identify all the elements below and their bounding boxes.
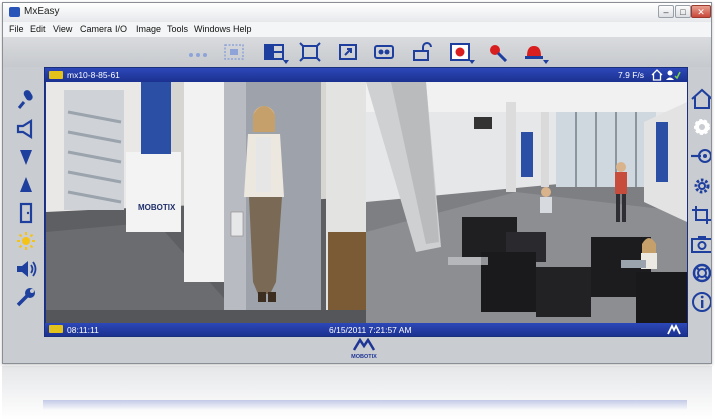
- menu-tools[interactable]: Tools: [167, 24, 188, 34]
- settings-button[interactable]: [689, 175, 711, 197]
- menu-file[interactable]: File: [9, 24, 24, 34]
- recording-icon: [374, 45, 394, 59]
- recording-badge-icon: [49, 325, 63, 333]
- menu-help[interactable]: Help: [233, 24, 252, 34]
- menu-view[interactable]: View: [53, 24, 72, 34]
- recording-button[interactable]: [373, 42, 395, 62]
- minimize-button[interactable]: ‒: [658, 5, 674, 18]
- right-tool-column: [689, 88, 711, 320]
- volume-down-icon: [20, 150, 32, 165]
- left-view-scene: MOBOTIX: [46, 82, 366, 323]
- live-video-viewer: mx10-8-85-61 7.9 F/s MOBOTIX 08:11:11 6/…: [44, 67, 688, 337]
- wrench-icon: [16, 288, 35, 307]
- layout-icon: [264, 44, 284, 60]
- layout-button[interactable]: [263, 42, 289, 64]
- gear-rotate-button[interactable]: [689, 116, 711, 138]
- brand-logo-text: MOBOTIX: [351, 354, 377, 360]
- help-ring-button[interactable]: [689, 262, 711, 284]
- menu-bar: File Edit View Camera I/O Image Tools Wi…: [3, 22, 711, 38]
- timestamp: 6/15/2011 7:21:57 AM: [329, 325, 412, 335]
- alarm-button[interactable]: [449, 42, 475, 64]
- fullscreen-button[interactable]: [299, 42, 321, 62]
- door-icon: [19, 202, 33, 224]
- snapshot-button[interactable]: [689, 233, 711, 255]
- app-window: MxEasy ‒ □ ✕ File Edit View Camera I/O I…: [2, 2, 712, 364]
- window-reflection: [2, 366, 712, 420]
- crop-icon: [692, 206, 711, 224]
- title-bar: MxEasy ‒ □ ✕: [3, 3, 711, 23]
- left-tool-column: [13, 88, 39, 320]
- mast-logo-text: MOBOTIX: [138, 203, 176, 212]
- status-bar: 08:11:11 6/15/2011 7:21:57 AM: [45, 323, 687, 336]
- door-unlock-button[interactable]: [410, 42, 432, 62]
- info-icon: [692, 292, 711, 312]
- mobotix-logo-icon: MOBOTIX: [351, 337, 377, 360]
- seated-man: [540, 187, 552, 213]
- info-button[interactable]: [689, 291, 711, 313]
- volume-up-button[interactable]: [13, 174, 39, 196]
- home-button[interactable]: [689, 88, 711, 110]
- right-view-scene: [366, 82, 687, 323]
- home-small-icon[interactable]: [651, 69, 663, 81]
- input-button[interactable]: [689, 145, 711, 167]
- door-button[interactable]: [13, 202, 39, 224]
- brand-logo: MOBOTIX: [350, 337, 378, 360]
- help-ring-icon: [692, 263, 711, 283]
- siren-alarm-icon: [525, 46, 543, 59]
- speaker-button[interactable]: [13, 118, 39, 140]
- microphone-icon: [17, 90, 33, 109]
- clock-time: 08:11:11: [67, 325, 99, 335]
- mobotix-mark-icon: [667, 324, 681, 335]
- app-logo-icon: [9, 7, 20, 17]
- camera-name: mx10-8-85-61: [67, 70, 120, 80]
- loudspeaker-button[interactable]: [13, 258, 39, 280]
- loudspeaker-icon: [17, 261, 37, 277]
- wrench-button[interactable]: [13, 286, 39, 308]
- menu-edit[interactable]: Edit: [30, 24, 46, 34]
- home-icon: [691, 88, 711, 109]
- gear-rotate-icon: [694, 119, 710, 135]
- camera-image-right[interactable]: [366, 82, 687, 323]
- light-icon: [17, 232, 35, 250]
- speaker-icon: [16, 119, 33, 139]
- window-resize-button[interactable]: [337, 42, 359, 62]
- previous-cameras-button[interactable]: [187, 42, 209, 62]
- close-button[interactable]: ✕: [691, 5, 711, 18]
- layout-dropdown-icon: [283, 60, 289, 64]
- fullscreen-icon: [299, 42, 321, 62]
- camera-group-button[interactable]: [223, 42, 245, 62]
- volume-down-button[interactable]: [13, 146, 39, 168]
- snapshot-icon: [691, 236, 711, 253]
- camera-badge-icon: [49, 71, 63, 79]
- camera-group-icon: [224, 44, 244, 60]
- camera-image-left[interactable]: MOBOTIX: [46, 82, 366, 323]
- microphone-button[interactable]: [13, 88, 39, 110]
- frame-rate: 7.9 F/s: [618, 70, 644, 80]
- crop-button[interactable]: [689, 204, 711, 226]
- reflection-bar: [43, 400, 687, 410]
- menu-camera[interactable]: Camera: [80, 24, 112, 34]
- door-unlock-icon: [413, 42, 432, 61]
- volume-up-icon: [20, 177, 32, 192]
- alarm-dropdown-icon: [469, 60, 475, 64]
- settings-icon: [694, 178, 710, 194]
- siren-alarm-button[interactable]: [523, 42, 549, 64]
- event-settings-icon: [490, 45, 508, 62]
- previous-cameras-icon: [189, 53, 207, 57]
- menu-io[interactable]: I/O: [115, 24, 127, 34]
- window-title: MxEasy: [24, 6, 60, 17]
- camera-info-bar: mx10-8-85-61 7.9 F/s: [45, 68, 687, 82]
- maximize-button[interactable]: □: [675, 5, 691, 18]
- alarm-icon: [450, 43, 470, 61]
- input-icon: [691, 149, 711, 163]
- user-status-icon[interactable]: [665, 69, 681, 81]
- toolbar: [3, 37, 711, 67]
- window-resize-icon: [339, 44, 357, 60]
- light-button[interactable]: [13, 230, 39, 252]
- menu-windows[interactable]: Windows: [194, 24, 231, 34]
- menu-image[interactable]: Image: [136, 24, 161, 34]
- event-settings-button[interactable]: [487, 42, 509, 62]
- siren-dropdown-icon: [543, 60, 549, 64]
